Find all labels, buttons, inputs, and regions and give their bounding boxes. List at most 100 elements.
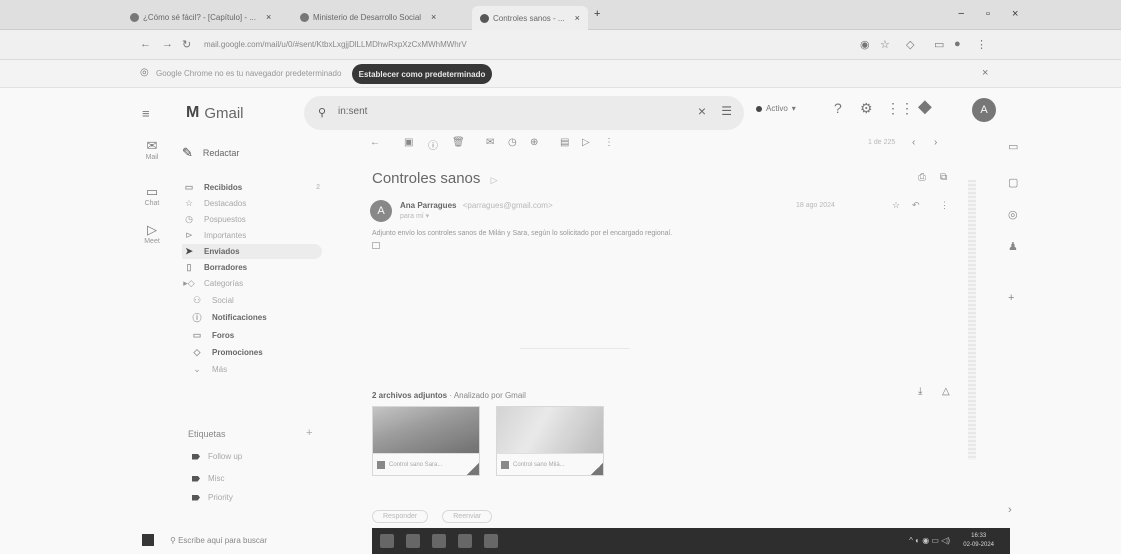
account-avatar[interactable]: A: [972, 98, 996, 122]
nav-item-destacados[interactable]: ☆ Destacados: [182, 196, 322, 211]
tasks-icon[interactable]: ◎: [1008, 208, 1018, 221]
attachment-thumbnail[interactable]: Control sano Sara...: [372, 406, 480, 476]
url-field[interactable]: mail.google.com/mail/u/0/#sent/KtbxLxgjj…: [204, 40, 467, 49]
add-to-drive-icon[interactable]: △: [942, 386, 950, 397]
clear-search-icon[interactable]: ×: [698, 103, 706, 119]
get-addons-icon[interactable]: +: [1008, 292, 1014, 304]
download-all-icon[interactable]: ⤓: [918, 386, 922, 397]
archive-icon[interactable]: ▣: [404, 137, 413, 148]
search-icon[interactable]: ⚲: [318, 106, 326, 119]
delete-icon[interactable]: 🗑: [452, 137, 465, 148]
kebab-menu-icon[interactable]: ⋮: [976, 38, 987, 51]
tab-gmail[interactable]: Controles sanos - ... ×: [472, 6, 588, 30]
nav-item-importantes[interactable]: ⊳ Importantes: [182, 228, 322, 243]
apps-grid-icon[interactable]: ⋮⋮: [886, 100, 914, 117]
move-to-icon[interactable]: ▤: [560, 137, 569, 148]
star-icon[interactable]: ☆: [892, 200, 900, 211]
nav-item-pospuestos[interactable]: ◷ Pospuestos: [182, 212, 322, 227]
expand-side-panel-icon[interactable]: ›: [1008, 504, 1012, 516]
open-new-window-icon[interactable]: ⧉: [940, 172, 947, 183]
add-label-icon[interactable]: +: [306, 427, 312, 439]
important-marker-icon[interactable]: ▷: [491, 175, 498, 185]
back-icon[interactable]: ←: [140, 38, 151, 50]
mark-unread-icon[interactable]: ✉: [486, 137, 494, 148]
reload-icon[interactable]: ↻: [182, 38, 191, 51]
prev-icon[interactable]: ‹: [912, 137, 915, 148]
reply-icon[interactable]: ↶: [912, 200, 920, 211]
attachment-thumbnail[interactable]: Control sano Milá...: [496, 406, 604, 476]
nav-item-enviados[interactable]: ➤ Enviados: [182, 244, 322, 259]
contacts-icon[interactable]: ♟: [1008, 240, 1018, 253]
snooze-icon[interactable]: ◷: [508, 137, 517, 148]
forward-icon[interactable]: →: [162, 38, 173, 50]
add-task-icon[interactable]: ⊕: [530, 137, 538, 148]
nav-item-promociones[interactable]: ◇ Promociones: [190, 345, 330, 360]
forward-button[interactable]: Reenviar: [442, 510, 493, 523]
more-options-icon[interactable]: ⋮: [604, 137, 614, 148]
taskbar-clock[interactable]: 16:33 02-09-2024: [963, 532, 994, 550]
word-icon[interactable]: [484, 534, 498, 548]
label-follow-up[interactable]: Follow up: [192, 452, 242, 461]
maximize-icon[interactable]: ▫: [986, 8, 990, 20]
labels-icon[interactable]: ▷: [582, 137, 590, 148]
file-explorer-icon[interactable]: [432, 534, 446, 548]
print-icon[interactable]: ⎙: [918, 172, 926, 183]
extension-icon[interactable]: ◉: [860, 38, 870, 51]
bookmark-star-icon[interactable]: ☆: [880, 38, 890, 51]
settings-gear-icon[interactable]: ⚙: [860, 100, 873, 117]
close-window-icon[interactable]: ×: [1012, 8, 1018, 20]
rail-chat[interactable]: ▭ Chat: [132, 184, 172, 207]
scrollbar[interactable]: [968, 180, 976, 460]
sender-name: Ana Parragues <parragues@gmail.com>: [400, 201, 553, 210]
close-tab-icon[interactable]: ×: [575, 13, 580, 23]
keep-icon[interactable]: ▢: [1008, 176, 1018, 189]
rail-meet[interactable]: ▷ Meet: [132, 222, 172, 245]
search-bar[interactable]: ⚲ in:sent × ☰: [304, 96, 744, 130]
attachment-preview: [373, 407, 479, 453]
compose-button[interactable]: ✎ Redactar: [182, 138, 272, 168]
windows-taskbar: ⚲ Escribe aquí para buscar ^ ◐ ◉ ▭ ◁) 16…: [132, 528, 1010, 554]
close-tab-icon[interactable]: ×: [266, 12, 271, 22]
next-icon[interactable]: ›: [934, 137, 937, 148]
tab-youtube[interactable]: ¿Cómo sé fácil? - [Capítulo] - ... ×: [130, 7, 271, 27]
close-tab-icon[interactable]: ×: [431, 12, 436, 22]
profile-icon[interactable]: ●: [954, 38, 961, 50]
status-indicator[interactable]: Activo ▾: [756, 104, 796, 113]
nav-item-notificaciones[interactable]: ⓘ Notificaciones: [190, 310, 330, 325]
sidebar-icon[interactable]: ▭: [934, 38, 944, 51]
nav-item-social[interactable]: ⚇ Social: [190, 293, 330, 308]
calendar-icon[interactable]: ▭: [1008, 140, 1018, 153]
label-priority[interactable]: Priority: [192, 493, 233, 502]
nav-item-mas[interactable]: ⌄ Más: [190, 362, 330, 377]
taskbar-search[interactable]: ⚲ Escribe aquí para buscar: [170, 536, 267, 545]
windows-start-icon[interactable]: [142, 534, 154, 546]
main-menu-icon[interactable]: ≡: [142, 106, 150, 121]
close-infobar-icon[interactable]: ×: [982, 67, 988, 79]
nav-item-foros[interactable]: ▭ Foros: [190, 328, 330, 343]
recipient-line[interactable]: para mí ▾: [400, 212, 429, 220]
new-tab-icon[interactable]: +: [594, 8, 600, 20]
label-misc[interactable]: Misc: [192, 474, 224, 483]
nav-item-categorias[interactable]: ▸◇ Categorías: [182, 276, 322, 291]
search-options-icon[interactable]: ☰: [721, 104, 732, 118]
chrome-taskbar-icon[interactable]: [380, 534, 394, 548]
extensions-puzzle-icon[interactable]: ◇: [906, 38, 914, 51]
message-subject: Controles sanos ▷: [372, 170, 498, 187]
minimize-icon[interactable]: −: [958, 8, 964, 20]
gmail-logo[interactable]: M Gmail: [186, 104, 244, 122]
system-tray[interactable]: ^ ◐ ◉ ▭ ◁): [909, 536, 950, 545]
edge-taskbar-icon[interactable]: [406, 534, 420, 548]
reply-button[interactable]: Responder: [372, 510, 429, 523]
support-icon[interactable]: ?: [834, 100, 842, 116]
back-arrow-icon[interactable]: ←: [370, 137, 380, 148]
nav-item-borradores[interactable]: ▯ Borradores: [182, 260, 322, 275]
nav-item-recibidos[interactable]: ▭ Recibidos 2: [182, 180, 322, 195]
search-input[interactable]: in:sent: [338, 106, 367, 117]
store-icon[interactable]: [458, 534, 472, 548]
tab-ministerio[interactable]: Ministerio de Desarrollo Social ×: [300, 7, 436, 27]
more-options-icon[interactable]: ⋮: [940, 200, 949, 211]
set-default-button[interactable]: Establecer como predeterminado: [352, 64, 492, 84]
report-spam-icon[interactable]: ⓘ: [428, 137, 438, 152]
label-icon: ▸◇: [183, 278, 195, 288]
rail-mail[interactable]: ✉ Mail: [132, 138, 172, 161]
